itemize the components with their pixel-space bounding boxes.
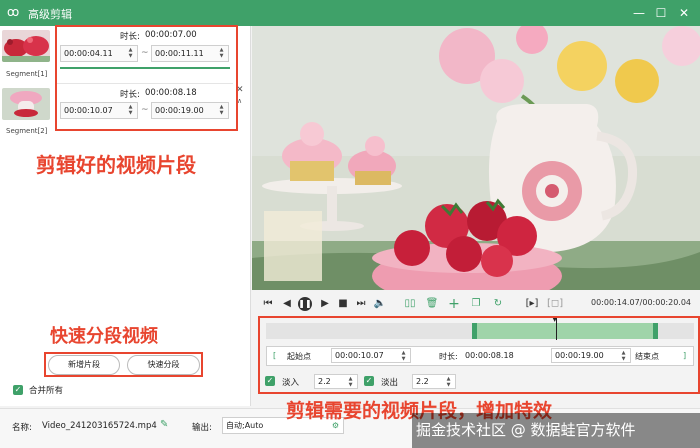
app-logo-icon: ꝏ bbox=[7, 5, 20, 19]
output-label: 输出: bbox=[192, 423, 212, 433]
split-icon[interactable]: ▯▯ bbox=[403, 297, 417, 311]
volume-icon[interactable]: 🔈 bbox=[373, 297, 387, 311]
video-preview[interactable] bbox=[252, 26, 700, 290]
skip-to-end-icon[interactable]: ⏭ bbox=[354, 297, 368, 311]
mark-out-icon[interactable]: [◻] bbox=[547, 297, 563, 311]
maximize-icon[interactable]: ☐ bbox=[652, 4, 670, 22]
annotation-box-editor bbox=[258, 316, 700, 394]
merge-all-label: 合并所有 bbox=[29, 386, 64, 396]
output-value: 自动;Auto bbox=[226, 421, 264, 430]
mark-in-icon[interactable]: [▸] bbox=[525, 297, 539, 311]
merge-all-checkbox[interactable]: ✓ bbox=[13, 385, 23, 395]
skip-to-start-icon[interactable]: ⏮ bbox=[261, 297, 275, 311]
edit-name-icon[interactable]: ✎ bbox=[160, 419, 168, 430]
playback-time: 00:00:14.07/00:00:20.04 bbox=[591, 298, 691, 307]
frame-back-icon[interactable]: ◀ bbox=[280, 297, 294, 311]
file-name: Video_241203165724.mp4 bbox=[42, 421, 157, 431]
frame-forward-icon[interactable]: ▶ bbox=[318, 297, 332, 311]
quick-split-button[interactable]: 快速分段 bbox=[127, 355, 200, 375]
name-label: 名称: bbox=[12, 423, 32, 433]
segment-1-label: Segment[1] bbox=[6, 70, 48, 78]
annotation-box-segments bbox=[55, 25, 238, 131]
minimize-icon[interactable]: — bbox=[630, 4, 648, 22]
reset-icon[interactable]: ↻ bbox=[491, 297, 505, 311]
add-segment-button[interactable]: 新增片段 bbox=[48, 355, 120, 375]
window-title: 高级剪辑 bbox=[28, 8, 72, 21]
pause-icon[interactable]: ❚❚ bbox=[298, 297, 312, 311]
annotation-clipped-segments: 剪辑好的视频片段 bbox=[36, 153, 196, 177]
add-icon[interactable]: + bbox=[447, 297, 461, 311]
segment-2-thumbnail[interactable] bbox=[2, 88, 50, 120]
title-bar: ꝏ 高级剪辑 — ☐ ✕ bbox=[0, 0, 700, 26]
segment-1-thumbnail[interactable] bbox=[2, 30, 50, 62]
delete-icon[interactable]: 🗑 bbox=[425, 297, 439, 311]
segment-2-label: Segment[2] bbox=[6, 127, 48, 135]
close-icon[interactable]: ✕ bbox=[675, 4, 693, 22]
copy-icon[interactable]: ❐ bbox=[469, 297, 483, 311]
annotation-quick-split: 快速分段视频 bbox=[50, 326, 158, 347]
stop-icon[interactable]: ■ bbox=[336, 297, 350, 311]
watermark-text: 掘金技术社区 @ 数据蛙官方软件 bbox=[416, 421, 636, 439]
